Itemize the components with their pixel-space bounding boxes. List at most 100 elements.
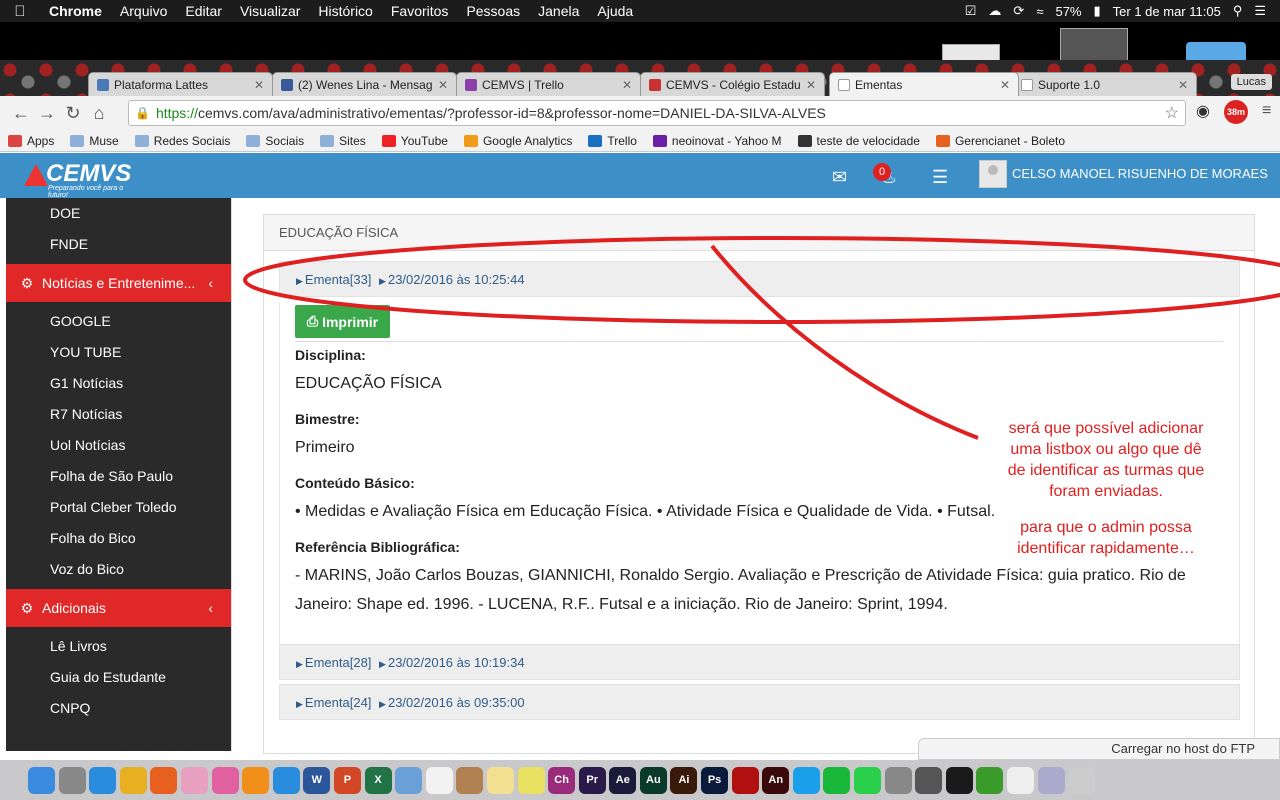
skype-app-icon[interactable] xyxy=(792,766,820,794)
close-tab-icon[interactable]: ✕ xyxy=(254,78,264,92)
powerpoint-app-icon[interactable]: P xyxy=(333,766,361,794)
whatsapp-app-icon[interactable] xyxy=(854,766,882,794)
chrome-profile-button[interactable]: Lucas xyxy=(1230,74,1272,90)
premiere-app-icon[interactable]: Pr xyxy=(578,766,606,794)
ementa-accordion-header[interactable]: ▶ Ementa[28] ▶ 23/02/2016 às 10:19:34 xyxy=(279,644,1240,680)
safari-app-icon[interactable] xyxy=(89,766,117,794)
menu-app-name[interactable]: Chrome xyxy=(40,3,111,19)
audition-app-icon[interactable]: Au xyxy=(639,766,667,794)
reload-icon[interactable]: ↻ xyxy=(60,103,86,124)
menu-visualizar[interactable]: Visualizar xyxy=(231,3,309,19)
bookmark-yahoo[interactable]: neoinovat - Yahoo M xyxy=(645,134,790,148)
bookmark-redes-sociais[interactable]: Redes Sociais xyxy=(127,134,239,148)
bookmark-star-icon[interactable]: ☆ xyxy=(1165,103,1179,123)
menu-favoritos[interactable]: Favoritos xyxy=(382,3,458,19)
avatar[interactable] xyxy=(979,160,1007,188)
sidebar-item-youtube[interactable]: YOU TUBE xyxy=(6,337,231,368)
home-icon[interactable]: ⌂ xyxy=(86,103,112,124)
character-app-icon[interactable]: Ch xyxy=(548,766,576,794)
launchpad-app-icon[interactable] xyxy=(58,766,86,794)
firefox-app-icon[interactable] xyxy=(150,766,178,794)
tab-cemvs-colegio[interactable]: CEMVS - Colégio Estadual ✕ xyxy=(640,72,825,96)
word-app-icon[interactable]: W xyxy=(303,766,331,794)
apple-icon[interactable]:  xyxy=(0,3,40,20)
sidebar-item-doe[interactable]: DOE xyxy=(6,198,231,229)
sidebar-item-le-livros[interactable]: Lê Livros xyxy=(6,631,231,662)
tab-facebook-messages[interactable]: (2) Wenes Lina - Mensagens ✕ xyxy=(272,72,457,96)
tab-plataforma-lattes[interactable]: Plataforma Lattes ✕ xyxy=(88,72,273,96)
acrobat-app-icon[interactable] xyxy=(731,766,759,794)
animate-app-icon[interactable]: An xyxy=(762,766,790,794)
menu-arquivo[interactable]: Arquivo xyxy=(111,3,176,19)
menu-ajuda[interactable]: Ajuda xyxy=(588,3,642,19)
mail-icon[interactable]: ✉ xyxy=(832,167,847,188)
back-icon[interactable]: ← xyxy=(8,103,34,124)
ementa-accordion-header[interactable]: ▶ Ementa[24] ▶ 23/02/2016 às 09:35:00 xyxy=(279,684,1240,720)
excel-app-icon[interactable]: X xyxy=(364,766,392,794)
close-tab-icon[interactable]: ✕ xyxy=(1000,78,1010,92)
close-tab-icon[interactable]: ✕ xyxy=(806,78,816,92)
forward-icon[interactable]: → xyxy=(34,103,60,124)
tab-ementas[interactable]: Ementas ✕ xyxy=(829,72,1019,96)
photoshop-app-icon[interactable]: Ps xyxy=(701,766,729,794)
battery-percent[interactable]: 57% xyxy=(1055,4,1081,19)
sidebar-item-folha-sp[interactable]: Folha de São Paulo xyxy=(6,461,231,492)
sidebar-section-noticias[interactable]: ⚙ Notícias e Entretenime... ‹ xyxy=(6,264,231,302)
ementa-accordion-header[interactable]: ▶ Ementa[33] ▶ 23/02/2016 às 10:25:44 xyxy=(279,261,1240,297)
finder-app-icon[interactable] xyxy=(28,766,55,794)
sidebar-item-voz-bico[interactable]: Voz do Bico xyxy=(6,554,231,585)
preview-app-icon[interactable] xyxy=(395,766,423,794)
tab-trello[interactable]: CEMVS | Trello ✕ xyxy=(456,72,641,96)
sidebar-item-g1[interactable]: G1 Notícias xyxy=(6,368,231,399)
sidebar-item-cnpq[interactable]: CNPQ xyxy=(6,693,231,724)
aftereffects-app-icon[interactable]: Ae xyxy=(609,766,637,794)
ibooks-app-icon[interactable] xyxy=(242,766,270,794)
illustrator-app-icon[interactable]: Ai xyxy=(670,766,698,794)
contacts-app-icon[interactable] xyxy=(456,766,484,794)
appstore-app-icon[interactable] xyxy=(272,766,300,794)
print-button[interactable]: ⎙ Imprimir xyxy=(295,305,390,338)
menu-pessoas[interactable]: Pessoas xyxy=(457,3,529,19)
wifi-icon[interactable]: ≈ xyxy=(1036,4,1043,19)
bookmark-google-analytics[interactable]: Google Analytics xyxy=(456,134,580,148)
menu-historico[interactable]: Histórico xyxy=(309,3,381,19)
sidebar-item-fnde[interactable]: FNDE xyxy=(6,229,231,260)
calc-app-icon[interactable] xyxy=(915,766,943,794)
bookmark-muse[interactable]: Muse xyxy=(62,134,126,148)
battery-icon[interactable]: ▮ xyxy=(1094,3,1101,19)
cookie-extension-icon[interactable]: ◉ xyxy=(1196,101,1216,123)
chrome-app-icon[interactable] xyxy=(119,766,147,794)
notes-app-icon[interactable] xyxy=(486,766,514,794)
address-bar[interactable]: 🔒 https:// cemvs.com/ava/administrativo/… xyxy=(128,100,1186,126)
bookmark-sociais[interactable]: Sociais xyxy=(238,134,312,148)
bookmark-trello[interactable]: Trello xyxy=(580,134,645,148)
sidebar-item-r7[interactable]: R7 Notícias xyxy=(6,399,231,430)
sidebar-item-folha-bico[interactable]: Folha do Bico xyxy=(6,523,231,554)
menu-editar[interactable]: Editar xyxy=(176,3,231,19)
sidebar-item-google[interactable]: GOOGLE xyxy=(6,306,231,337)
photos-app-icon[interactable] xyxy=(180,766,208,794)
user-menu-name[interactable]: CELSO MANOEL RISUENHO DE MORAES xyxy=(1012,166,1268,181)
bookmark-speedtest[interactable]: teste de velocidade xyxy=(790,134,928,148)
clock[interactable]: Ter 1 de mar 11:05 xyxy=(1113,4,1221,19)
line-app-icon[interactable] xyxy=(823,766,851,794)
close-tab-icon[interactable]: ✕ xyxy=(622,78,632,92)
calendar-app-icon[interactable] xyxy=(425,766,453,794)
bookmark-apps[interactable]: Apps xyxy=(0,134,62,148)
spotify-app-icon[interactable] xyxy=(945,766,973,794)
chrome-menu-icon[interactable]: ≡ xyxy=(1262,102,1271,120)
itunes-app-icon[interactable] xyxy=(211,766,239,794)
bookmark-youtube[interactable]: YouTube xyxy=(374,134,456,148)
close-tab-icon[interactable]: ✕ xyxy=(1178,78,1188,92)
bookmark-gerencianet[interactable]: Gerencianet - Boleto xyxy=(928,134,1073,148)
sync-icon[interactable]: ⟳ xyxy=(1013,3,1024,19)
timer-extension-icon[interactable]: 38m xyxy=(1224,100,1248,124)
stickies-app-icon[interactable] xyxy=(517,766,545,794)
sysprefs-app-icon[interactable] xyxy=(884,766,912,794)
sidebar-item-guia-estudante[interactable]: Guia do Estudante xyxy=(6,662,231,693)
cemvs-logo[interactable]: CEMVS Preparando você para o futuro! xyxy=(24,158,134,199)
utorrent-app-icon[interactable] xyxy=(976,766,1004,794)
ftp-upload-status[interactable]: Carregar no host do FTP xyxy=(918,738,1280,760)
sidebar-item-cleber-toledo[interactable]: Portal Cleber Toledo xyxy=(6,492,231,523)
spotlight-icon[interactable]: ⚲ xyxy=(1233,3,1243,19)
